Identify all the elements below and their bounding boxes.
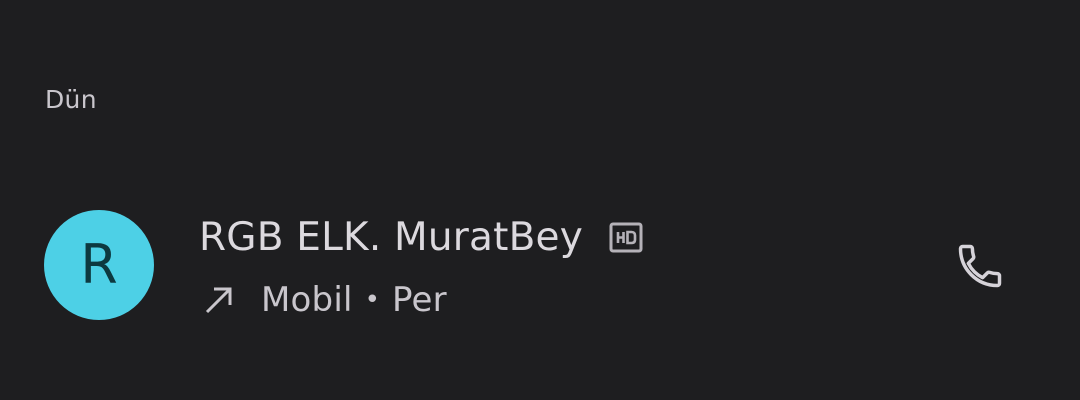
call-details: Mobil • Per	[199, 276, 447, 324]
details-separator: •	[364, 285, 380, 315]
phone-icon	[958, 244, 1002, 288]
call-back-button[interactable]	[940, 226, 1020, 306]
call-history-screen: Dün R RGB ELK. MuratBey Mobil • Per	[0, 0, 1080, 400]
outgoing-call-arrow-icon	[205, 287, 232, 314]
avatar[interactable]: R	[44, 210, 154, 320]
avatar-letter: R	[80, 233, 118, 296]
hd-icon	[609, 222, 643, 253]
call-time: Per	[391, 280, 447, 320]
call-log-item[interactable]: R RGB ELK. MuratBey Mobil • Per	[0, 196, 1080, 336]
call-type: Mobil	[261, 280, 353, 320]
section-header-date: Dün	[45, 85, 97, 114]
contact-name: RGB ELK. MuratBey	[199, 215, 584, 260]
